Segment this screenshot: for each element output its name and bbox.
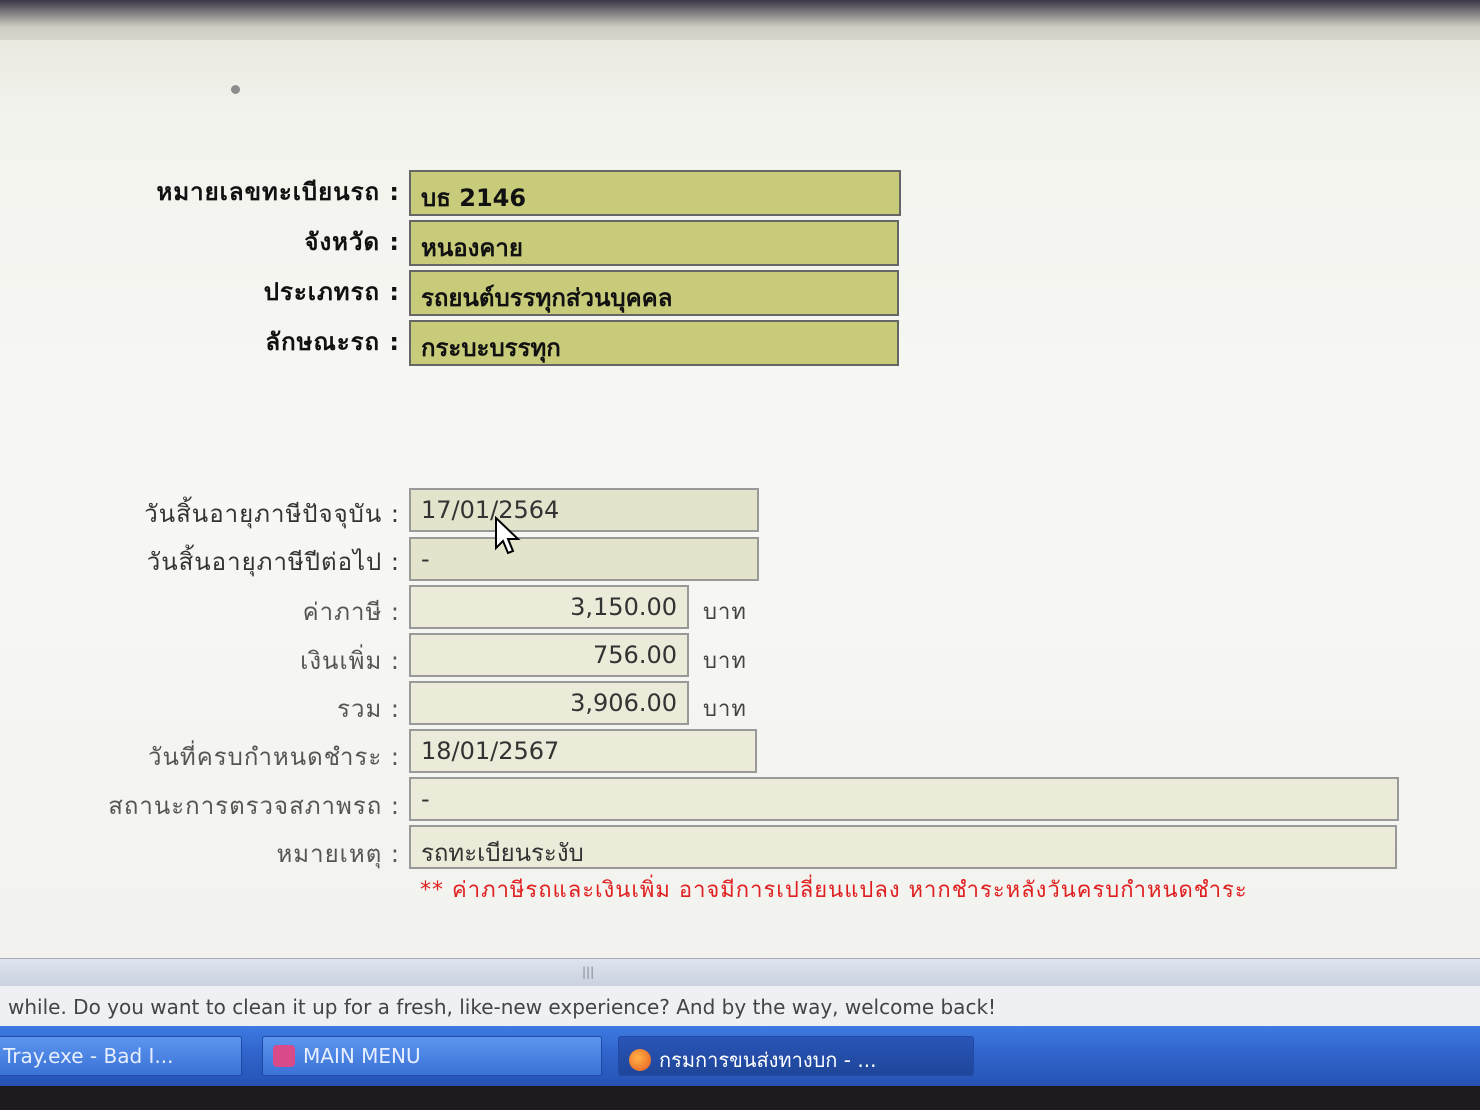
next-expiry-label: วันสิ้นอายุภาษีปีต่อไป : <box>146 548 400 576</box>
inspection-status-label: สถานะการตรวจสภาพรถ : <box>108 792 400 820</box>
due-date-field[interactable]: 18/01/2567 <box>409 729 757 773</box>
firefox-icon <box>629 1049 651 1071</box>
plate-label: หมายเลขทะเบียนรถ : <box>156 178 400 206</box>
tax-amount-unit: บาท <box>703 600 747 625</box>
plate-field[interactable]: บธ 2146 <box>409 170 901 216</box>
taskbar-item-tray[interactable]: Tray.exe - Bad I... <box>0 1036 242 1076</box>
total-unit: บาท <box>703 697 747 722</box>
vehicle-body-label: ลักษณะรถ : <box>265 328 400 356</box>
next-expiry-field[interactable]: - <box>409 537 759 581</box>
vehicle-body-field[interactable]: กระบะบรรทุก <box>409 320 899 366</box>
taskbar-item-label: MAIN MENU <box>303 1044 421 1068</box>
monitor-bezel <box>0 1086 1480 1110</box>
total-field[interactable]: 3,906.00 <box>409 681 689 725</box>
inspection-status-field[interactable]: - <box>409 777 1399 821</box>
remark-field[interactable]: รถทะเบียนระงับ <box>409 825 1397 869</box>
taskbar-item-browser[interactable]: กรมการขนส่งทางบก - ... <box>618 1036 974 1076</box>
mouse-pointer-icon <box>495 516 521 555</box>
tax-change-warning: ** ค่าภาษีรถและเงินเพิ่ม อาจมีการเปลี่ยน… <box>420 878 1248 903</box>
tax-amount-field[interactable]: 3,150.00 <box>409 585 689 629</box>
remark-label: หมายเหตุ : <box>276 840 400 868</box>
tax-amount-label: ค่าภาษี : <box>302 598 400 626</box>
taskbar-item-label: กรมการขนส่งทางบก - ... <box>659 1048 877 1072</box>
province-label: จังหวัด : <box>304 228 400 256</box>
scrollbar-grip-icon[interactable]: ||| <box>582 965 594 979</box>
bullet-dot <box>231 85 240 94</box>
total-label: รวม : <box>337 695 400 723</box>
province-field[interactable]: หนองคาย <box>409 220 899 266</box>
surcharge-label: เงินเพิ่ม : <box>300 647 400 675</box>
current-expiry-field[interactable]: 17/01/2564 <box>409 488 759 532</box>
taskbar-item-label: Tray.exe - Bad I... <box>3 1044 174 1068</box>
taskbar-item-main-menu[interactable]: MAIN MENU <box>262 1036 602 1076</box>
notification-bar[interactable]: while. Do you want to clean it up for a … <box>0 986 1480 1026</box>
due-date-label: วันที่ครบกำหนดชำระ : <box>148 743 400 771</box>
horizontal-scrollbar[interactable]: ||| <box>0 958 1480 987</box>
vehicle-type-field[interactable]: รถยนต์บรรทุกส่วนบุคคล <box>409 270 899 316</box>
taskbar: Tray.exe - Bad I... MAIN MENU กรมการขนส่… <box>0 1026 1480 1086</box>
vehicle-type-label: ประเภทรถ : <box>263 278 400 306</box>
menu-app-icon <box>273 1045 295 1067</box>
surcharge-field[interactable]: 756.00 <box>409 633 689 677</box>
surcharge-unit: บาท <box>703 649 747 674</box>
current-expiry-label: วันสิ้นอายุภาษีปัจจุบัน : <box>144 500 400 528</box>
